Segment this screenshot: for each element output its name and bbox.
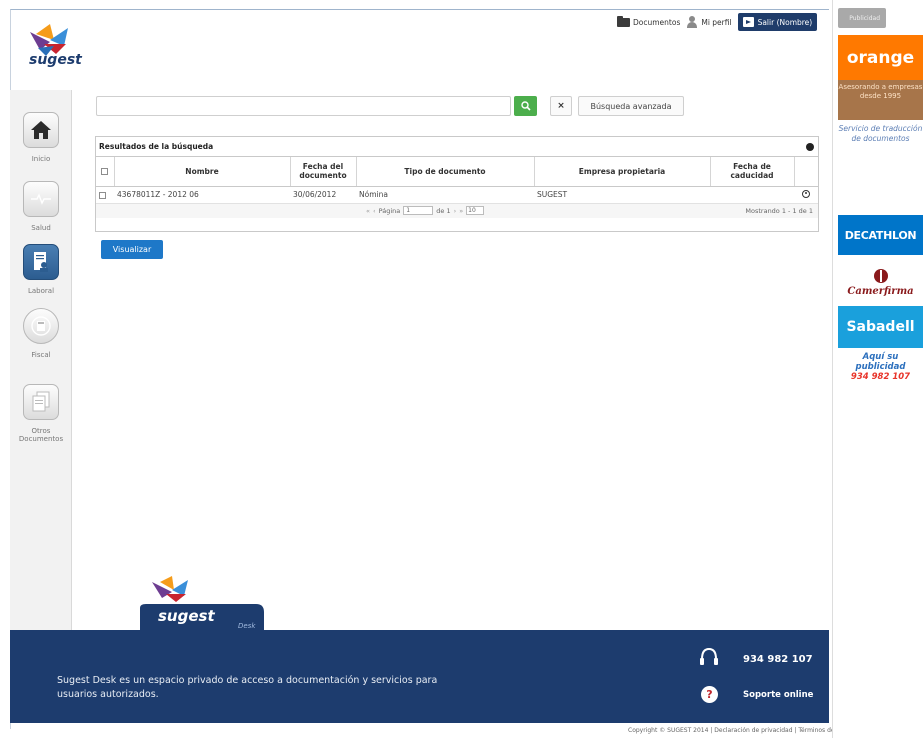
footer-description: Sugest Desk es un espacio privado de acc… (57, 675, 438, 700)
sidebar-item-label: Inicio (31, 155, 51, 163)
results-table: Nombre Fecha del documento Tipo de docum… (96, 157, 818, 204)
support-phone: 934 982 107 (743, 654, 813, 665)
page-input[interactable]: 1 (403, 206, 434, 215)
user-icon (686, 16, 698, 28)
sidebar-item-inicio[interactable]: Inicio (10, 112, 72, 163)
heartbeat-icon (23, 181, 59, 217)
row-checkbox[interactable] (99, 191, 106, 199)
pager-summary: Mostrando 1 - 1 de 1 (745, 206, 813, 215)
camerfirma-logo-icon (874, 269, 888, 283)
documents-link-label: Documentos (633, 17, 681, 27)
pager-controls: « ‹ Página 1 de 1 › » 10 (366, 206, 485, 215)
row-action-cell (794, 186, 818, 204)
cell-empresa: SUGEST (534, 186, 710, 204)
details-icon[interactable] (802, 189, 810, 198)
main-frame (10, 9, 829, 729)
page-label: Página (378, 206, 401, 215)
ad-publicity[interactable]: Aquí su publicidad 934 982 107 (838, 352, 923, 383)
headset-icon (700, 647, 718, 665)
cell-fecha: 30/06/2012 (290, 186, 356, 204)
table-row[interactable]: 43678011Z - 2012 06 30/06/2012 Nómina SU… (96, 186, 818, 204)
column-header-empresa[interactable]: Empresa propietaria (534, 157, 711, 187)
top-links: Documentos Mi perfil Salir (Nombre) (617, 13, 818, 31)
results-header: Resultados de la búsqueda (96, 137, 818, 157)
ad-tab[interactable]: Publicidad (838, 8, 886, 28)
ad-publicity-phone: 934 982 107 (850, 372, 911, 383)
sidebar: Inicio Salud Laboral Fiscal Otros Docume… (10, 90, 72, 632)
cell-caducidad (710, 186, 794, 204)
ad-camerfirma[interactable]: Camerfirma (838, 262, 923, 302)
per-page-select[interactable]: 10 (466, 206, 485, 215)
profile-link-label: Mi perfil (701, 17, 732, 27)
select-all-checkbox[interactable] (101, 168, 109, 176)
table-header-row: Nombre Fecha del documento Tipo de docum… (96, 157, 818, 187)
sidebar-item-otros-documentos[interactable]: Otros Documentos (10, 384, 72, 443)
results-panel: Resultados de la búsqueda Nombre Fecha d… (95, 136, 819, 232)
exit-icon (742, 17, 754, 27)
view-button[interactable]: Visualizar (101, 240, 163, 259)
row-select-cell (96, 186, 114, 204)
profile-link[interactable]: Mi perfil (686, 16, 732, 28)
footer-logo-sub: Desk (238, 622, 256, 630)
column-header-tipo[interactable]: Tipo de documento (356, 157, 535, 187)
pager: « ‹ Página 1 de 1 › » 10 Mostrando 1 - 1… (96, 203, 818, 218)
ad-translation-service[interactable]: Servicio de traducción de documentos (838, 124, 923, 144)
search-icon (520, 101, 531, 111)
sidebar-item-label: Laboral (27, 287, 55, 295)
column-header-caducidad[interactable]: Fecha de caducidad (710, 157, 795, 187)
cell-nombre: 43678011Z - 2012 06 (114, 186, 290, 204)
sidebar-item-salud[interactable]: Salud (10, 181, 72, 232)
ad-orange-tagline[interactable]: Asesorando a empresas desde 1995 (838, 80, 923, 120)
prev-page-icon[interactable]: ‹ (373, 207, 376, 215)
document-person-icon (23, 244, 59, 280)
column-header-nombre[interactable]: Nombre (114, 157, 291, 187)
logout-button[interactable]: Salir (Nombre) (737, 13, 818, 31)
last-page-icon[interactable]: » (459, 207, 463, 215)
ad-sabadell[interactable]: Sabadell (838, 306, 923, 348)
sidebar-item-label: Fiscal (31, 351, 51, 359)
calculator-icon (23, 308, 59, 344)
online-support-link[interactable]: Soporte online (743, 690, 813, 700)
column-header-actions (794, 157, 818, 187)
select-all-header (96, 157, 115, 187)
next-page-icon[interactable]: › (454, 207, 457, 215)
column-header-fecha[interactable]: Fecha del documento (290, 157, 357, 187)
folder-icon (617, 15, 630, 27)
clear-search-button[interactable]: × (550, 96, 572, 116)
documents-icon (23, 384, 59, 420)
ad-orange[interactable]: orange (838, 35, 923, 80)
help-icon: ? (701, 686, 718, 703)
sidebar-item-label: Salud (31, 224, 51, 232)
first-page-icon[interactable]: « (366, 207, 370, 215)
search-input[interactable] (96, 96, 511, 116)
page-of-label: de 1 (436, 206, 451, 215)
advanced-search-button[interactable]: Búsqueda avanzada (578, 96, 684, 116)
home-icon (23, 112, 59, 148)
results-title: Resultados de la búsqueda (99, 142, 214, 151)
ad-decathlon[interactable]: DECATHLON (838, 215, 923, 255)
logo-text: sugest (29, 52, 82, 68)
ad-camerfirma-text: Camerfirma (847, 286, 914, 297)
sidebar-item-label: Otros Documentos (18, 427, 64, 444)
cell-tipo: Nómina (356, 186, 534, 204)
documents-link[interactable]: Documentos (617, 15, 681, 27)
sidebar-item-laboral[interactable]: Laboral (10, 244, 72, 295)
logout-label: Salir (Nombre) (757, 17, 813, 27)
footer-logo-text: sugest (158, 607, 215, 625)
sidebar-item-fiscal[interactable]: Fiscal (10, 308, 72, 359)
search-button[interactable] (514, 96, 537, 116)
footer: Sugest Desk es un espacio privado de acc… (10, 630, 829, 723)
close-icon: × (557, 101, 565, 111)
ad-publicity-text: Aquí su publicidad (855, 352, 906, 373)
collapse-icon[interactable] (806, 142, 814, 151)
